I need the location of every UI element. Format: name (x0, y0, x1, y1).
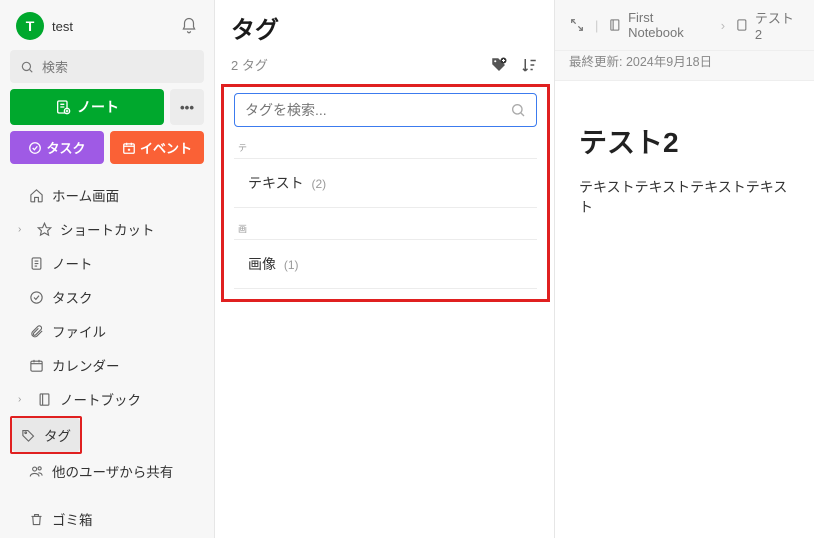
note-title[interactable]: テスト2 (579, 121, 790, 161)
sidebar: T test 検索 ノート ••• タスク (0, 0, 215, 538)
nav-shared-label: 他のユーザから共有 (52, 461, 173, 481)
breadcrumb-note-label: テスト2 (755, 8, 800, 42)
nav-files-label: ファイル (52, 321, 106, 341)
username: test (52, 19, 73, 34)
nav-tasks-label: タスク (52, 287, 93, 307)
trash-icon (29, 512, 44, 527)
chevron-right-icon: › (721, 18, 725, 33)
tag-icon (21, 428, 36, 443)
search-icon (510, 102, 526, 118)
tag-item-name: テキスト (248, 175, 304, 191)
notebook-icon (37, 392, 52, 407)
nav-trash-label: ゴミ箱 (52, 509, 93, 529)
tag-item[interactable]: テキスト (2) (234, 159, 537, 208)
note-body-text[interactable]: テキストテキストテキストテキスト (579, 177, 790, 217)
nav-notes[interactable]: ノート (10, 246, 204, 280)
tag-item[interactable]: 画像 (1) (234, 240, 537, 289)
nav-trash[interactable]: ゴミ箱 (10, 502, 204, 536)
note-last-updated: 最終更新: 2024年9月18日 (555, 51, 814, 81)
calendar-plus-icon (122, 141, 136, 155)
tag-group-letter: 画 (234, 222, 537, 240)
note-toolbar: | First Notebook › テスト2 (555, 0, 814, 51)
expand-icon (569, 17, 585, 33)
nav-list: ホーム画面 › ショートカット ノート タスク ファイル カレンダー (10, 178, 204, 536)
chevron-right-icon: › (18, 394, 28, 405)
note-icon (735, 18, 749, 32)
nav-tags[interactable]: タグ (12, 418, 80, 452)
new-event-button[interactable]: イベント (110, 131, 204, 164)
new-note-icon (55, 99, 71, 115)
check-circle-icon (29, 290, 44, 305)
tag-group: 画 画像 (1) (234, 222, 537, 289)
search-placeholder: 検索 (42, 57, 68, 76)
nav-shortcuts[interactable]: › ショートカット (10, 212, 204, 246)
tag-item-count: (1) (284, 258, 299, 272)
notebook-icon (608, 18, 622, 32)
breadcrumb-note[interactable]: テスト2 (735, 8, 800, 42)
nav-calendar-label: カレンダー (52, 355, 120, 375)
nav-home-label: ホーム画面 (52, 185, 119, 205)
chevron-right-icon: › (18, 224, 28, 235)
nav-tags-label: タグ (44, 425, 71, 445)
nav-shared[interactable]: 他のユーザから共有 (10, 454, 204, 488)
paperclip-icon (29, 324, 44, 339)
nav-notebooks[interactable]: › ノートブック (10, 382, 204, 416)
note-panel: | First Notebook › テスト2 最終更新: 2024年9月18日… (555, 0, 814, 538)
tag-group: テ テキスト (2) (234, 141, 537, 208)
tags-count: 2 タグ (231, 55, 268, 74)
event-button-label: イベント (140, 138, 192, 157)
note-icon (29, 256, 44, 271)
new-task-button[interactable]: タスク (10, 131, 104, 164)
account-switcher[interactable]: T test (16, 12, 73, 40)
tag-search-box[interactable] (234, 93, 537, 127)
tag-item-count: (2) (311, 177, 326, 191)
tags-panel: タグ 2 タグ テ テキスト (215, 0, 555, 538)
nav-files[interactable]: ファイル (10, 314, 204, 348)
new-tag-button[interactable] (490, 56, 508, 74)
nav-notebooks-label: ノートブック (60, 389, 141, 409)
notifications-button[interactable] (180, 17, 198, 35)
star-icon (37, 222, 52, 237)
ellipsis-icon: ••• (180, 100, 194, 115)
task-check-icon (28, 141, 42, 155)
breadcrumb-notebook[interactable]: First Notebook (608, 10, 710, 40)
new-note-button[interactable]: ノート (10, 89, 164, 125)
breadcrumb-notebook-label: First Notebook (628, 10, 711, 40)
new-note-label: ノート (77, 97, 119, 117)
nav-shortcuts-label: ショートカット (60, 219, 155, 239)
nav-tasks[interactable]: タスク (10, 280, 204, 314)
sort-icon (520, 56, 538, 74)
bell-icon (180, 17, 198, 35)
task-button-label: タスク (46, 138, 85, 157)
tag-item-name: 画像 (248, 256, 276, 272)
new-note-more-button[interactable]: ••• (170, 89, 204, 125)
expand-button[interactable] (569, 17, 585, 33)
tag-group-letter: テ (234, 141, 537, 159)
sort-button[interactable] (520, 56, 538, 74)
calendar-icon (29, 358, 44, 373)
nav-notes-label: ノート (52, 253, 93, 273)
tag-search-input[interactable] (245, 102, 510, 118)
tags-panel-title: タグ (231, 10, 279, 45)
nav-home[interactable]: ホーム画面 (10, 178, 204, 212)
users-icon (29, 464, 44, 479)
search-icon (20, 60, 34, 74)
nav-calendar[interactable]: カレンダー (10, 348, 204, 382)
home-icon (29, 188, 44, 203)
tags-list-highlight: テ テキスト (2) 画 画像 (1) (221, 84, 550, 302)
avatar: T (16, 12, 44, 40)
tag-plus-icon (490, 56, 508, 74)
global-search[interactable]: 検索 (10, 50, 204, 83)
